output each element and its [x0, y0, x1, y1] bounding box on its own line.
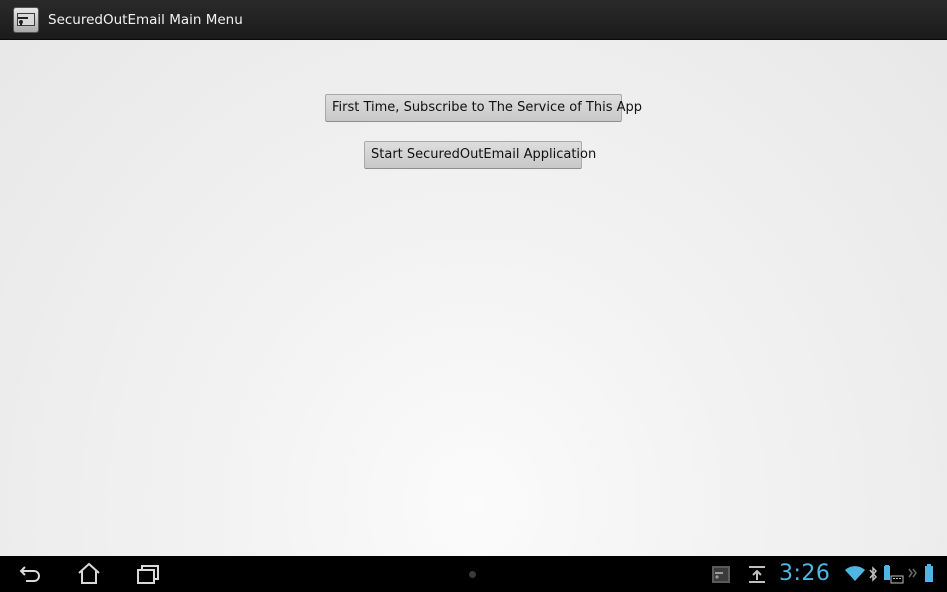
screen: SecuredOutEmail Main Menu First Time, Su…: [0, 0, 947, 592]
battery-icon: [923, 564, 935, 588]
system-bar: 3:26: [0, 556, 947, 592]
start-application-button[interactable]: Start SecuredOutEmail Application: [364, 141, 596, 169]
bluetooth-icon: [868, 565, 878, 587]
wifi-icon: [844, 566, 866, 586]
menu-dot-icon: [469, 571, 476, 578]
keyboard-icon: [882, 565, 904, 588]
recent-apps-icon[interactable]: [134, 561, 162, 587]
screenshot-icon[interactable]: [711, 565, 731, 588]
upload-icon[interactable]: [747, 565, 767, 588]
home-icon[interactable]: [75, 561, 103, 587]
title-bar: SecuredOutEmail Main Menu: [0, 0, 947, 40]
more-icon[interactable]: [907, 564, 919, 586]
page-title: SecuredOutEmail Main Menu: [48, 12, 243, 28]
subscribe-button[interactable]: First Time, Subscribe to The Service of …: [325, 94, 642, 122]
clock[interactable]: 3:26: [779, 560, 830, 588]
back-icon[interactable]: [17, 561, 45, 587]
app-icon[interactable]: [13, 7, 39, 33]
